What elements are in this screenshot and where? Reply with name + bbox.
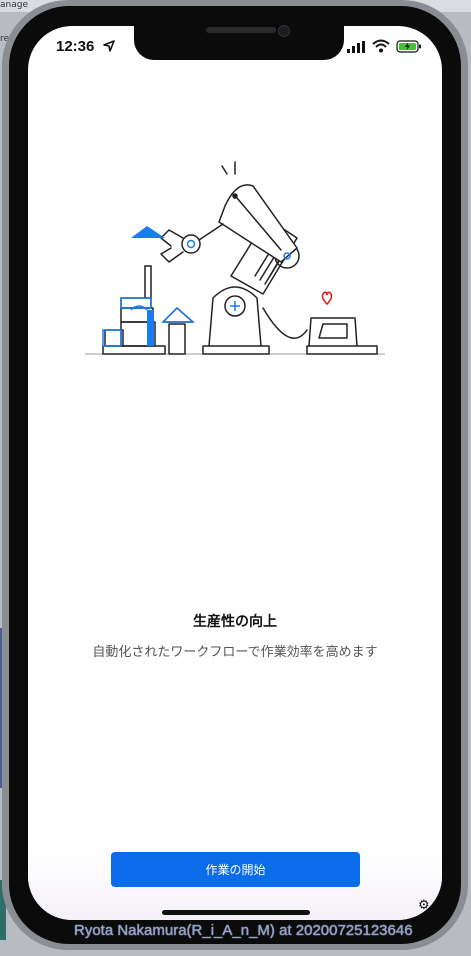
- battery-charging-icon: [396, 40, 421, 53]
- location-arrow-icon: [103, 40, 115, 52]
- status-time: 12:36: [56, 38, 95, 55]
- phone-speaker: [206, 27, 276, 33]
- screenshot-watermark: Ryota Nakamura(R_i_A_n_M) at 20200725123…: [74, 922, 413, 939]
- robot-arm-illustration: [85, 161, 385, 355]
- home-indicator[interactable]: [162, 910, 310, 915]
- gear-icon[interactable]: ⚙: [418, 898, 430, 913]
- wifi-icon: [372, 39, 390, 53]
- start-work-button[interactable]: 作業の開始: [111, 852, 360, 887]
- background-window-fragment: anage: [0, 0, 28, 10]
- heart-icon: [321, 291, 333, 306]
- onboarding-subtitle: 自動化されたワークフローで作業効率を高めます: [92, 645, 378, 660]
- phone-camera: [278, 25, 290, 37]
- cellular-signal-icon: [347, 41, 365, 53]
- onboarding-title: 生産性の向上: [193, 614, 277, 630]
